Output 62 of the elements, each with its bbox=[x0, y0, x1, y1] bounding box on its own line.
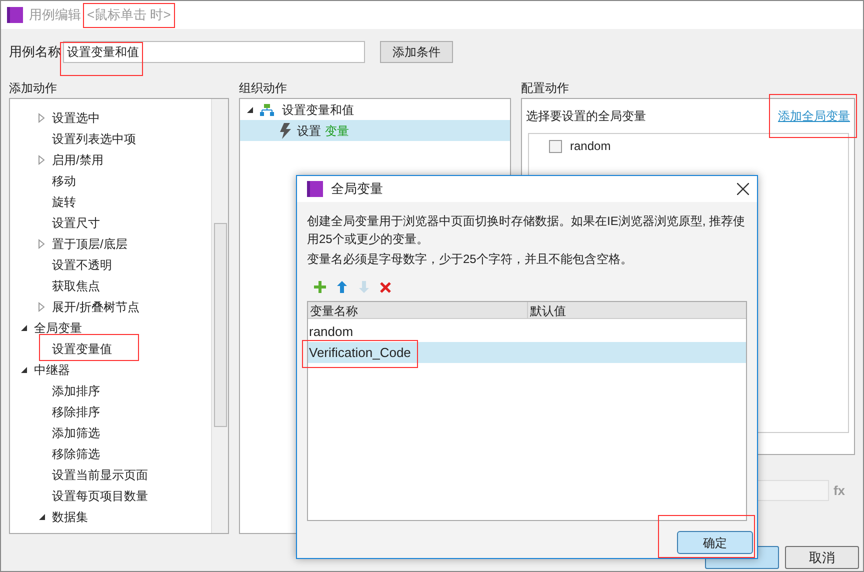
up-arrow-icon[interactable] bbox=[336, 281, 348, 293]
tree-item[interactable]: 启用/禁用 bbox=[52, 150, 104, 168]
column-header[interactable]: 变量名称 bbox=[308, 302, 528, 318]
collapsed-triangle-icon[interactable] bbox=[38, 302, 46, 312]
tree-item[interactable]: 设置变量值 bbox=[52, 340, 112, 358]
variable-name: random bbox=[570, 138, 611, 155]
tree-item[interactable]: 设置每页项目数量 bbox=[52, 486, 148, 504]
case-item[interactable]: 设置变量和值 bbox=[282, 101, 354, 119]
case-name-field[interactable]: 设置变量和值 bbox=[63, 41, 365, 63]
tree-item[interactable]: 中继器 bbox=[34, 360, 70, 378]
flow-icon bbox=[260, 104, 274, 116]
tree-item[interactable]: 获取焦点 bbox=[52, 276, 100, 294]
cancel-button[interactable]: 取消 bbox=[785, 546, 859, 569]
tree-item[interactable]: 移动 bbox=[52, 172, 76, 190]
tree-item[interactable]: 设置尺寸 bbox=[52, 214, 100, 232]
collapsed-triangle-icon[interactable] bbox=[38, 154, 46, 164]
column-header[interactable]: 默认值 bbox=[528, 302, 566, 318]
table-row[interactable]: random bbox=[308, 321, 746, 342]
tree-item[interactable]: 添加排序 bbox=[52, 382, 100, 400]
collapsed-triangle-icon[interactable] bbox=[38, 112, 46, 122]
tree-item[interactable]: 设置当前显示页面 bbox=[52, 466, 148, 484]
tree-item[interactable]: 设置不透明 bbox=[52, 256, 112, 274]
app-logo-icon bbox=[307, 181, 323, 197]
tree-item[interactable]: 数据集 bbox=[52, 508, 88, 526]
add-icon[interactable] bbox=[314, 281, 326, 293]
tree-item[interactable]: 置于顶层/底层 bbox=[52, 234, 128, 252]
add-condition-button[interactable]: 添加条件 bbox=[380, 41, 453, 63]
value-field[interactable] bbox=[757, 480, 830, 501]
tree-item[interactable]: 移除排序 bbox=[52, 402, 100, 420]
rule-text: 变量名必须是字母数字，少于25个字符，并且不能包含空格。 bbox=[307, 251, 634, 268]
expanded-triangle-icon[interactable] bbox=[20, 366, 28, 374]
prompt-text: 选择要设置的全局变量 bbox=[526, 108, 646, 125]
tree-item[interactable]: 移除筛选 bbox=[52, 444, 100, 462]
window-title: 用例编辑 bbox=[29, 6, 81, 24]
scrollbar[interactable] bbox=[211, 99, 228, 533]
dialog-title: 全局变量 bbox=[331, 180, 384, 198]
expanded-triangle-icon[interactable] bbox=[38, 512, 46, 520]
expanded-triangle-icon[interactable] bbox=[20, 324, 28, 332]
action-item[interactable]: 设置 变量 bbox=[240, 120, 510, 141]
app-logo-icon bbox=[7, 7, 23, 23]
lightning-icon bbox=[280, 122, 291, 138]
event-name: <鼠标单击 时> bbox=[87, 6, 171, 24]
confirm-button[interactable]: 确定 bbox=[677, 531, 753, 554]
tree-item[interactable]: 全局变量 bbox=[34, 318, 82, 336]
expanded-triangle-icon[interactable] bbox=[246, 106, 254, 114]
field-label: 用例名称 bbox=[9, 43, 61, 62]
collapsed-triangle-icon[interactable] bbox=[38, 238, 46, 248]
section-label: 组织动作 bbox=[239, 80, 288, 97]
tree-item[interactable]: 展开/折叠树节点 bbox=[52, 298, 140, 316]
tree-item[interactable]: 设置选中 bbox=[52, 108, 100, 126]
section-label: 配置动作 bbox=[521, 80, 570, 97]
description-text: 创建全局变量用于浏览器中页面切换时存储数据。如果在IE浏览器浏览原型, 推荐使用25个或更少的变量。 bbox=[307, 213, 746, 248]
tree-item[interactable]: 添加筛选 bbox=[52, 424, 100, 442]
section-label: 添加动作 bbox=[9, 80, 58, 97]
table-row[interactable]: Verification_Code bbox=[308, 342, 746, 363]
tree-item[interactable]: 旋转 bbox=[52, 192, 76, 210]
add-global-variable-link[interactable]: 添加全局变量 bbox=[778, 107, 850, 125]
checkbox[interactable] bbox=[549, 140, 562, 152]
delete-icon[interactable] bbox=[380, 282, 391, 292]
scrollbar-thumb[interactable] bbox=[214, 223, 227, 427]
close-icon[interactable] bbox=[737, 183, 749, 195]
tree-item[interactable]: 设置列表选中项 bbox=[52, 130, 136, 148]
